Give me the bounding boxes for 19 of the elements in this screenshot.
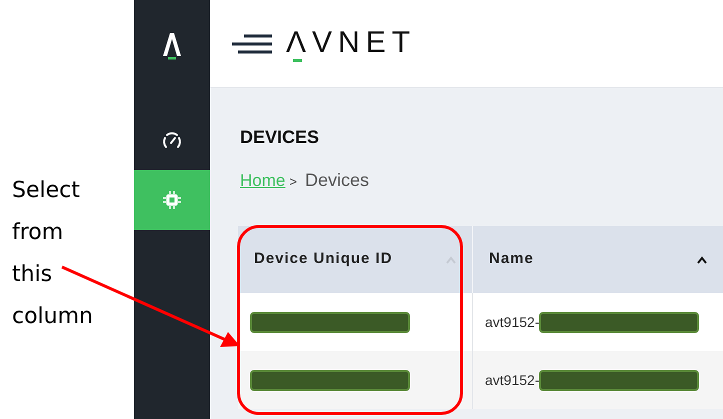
breadcrumb-separator: >: [289, 173, 297, 191]
logo-icon: [160, 30, 184, 60]
sidebar-item[interactable]: [134, 170, 210, 230]
annotation-text: from: [12, 219, 64, 247]
sort-icon[interactable]: [697, 256, 707, 264]
chip-icon: [162, 190, 182, 210]
cell-text: avt9152-: [485, 312, 540, 332]
annotation-text: Select: [12, 177, 81, 205]
menu-icon[interactable]: [232, 32, 272, 54]
breadcrumb-current: Devices: [304, 169, 369, 192]
gauge-icon: [162, 131, 182, 149]
column-header[interactable]: Name: [489, 248, 534, 271]
cell-text: avt9152-: [485, 370, 540, 390]
page-title: DEVICES: [240, 126, 320, 149]
annotation-text: column: [12, 303, 94, 331]
annotation-text: this: [12, 261, 54, 289]
logo-text: ΛVNET: [286, 26, 416, 58]
column-header[interactable]: Device Unique ID: [254, 248, 393, 271]
logo-accent-icon: [293, 58, 302, 62]
